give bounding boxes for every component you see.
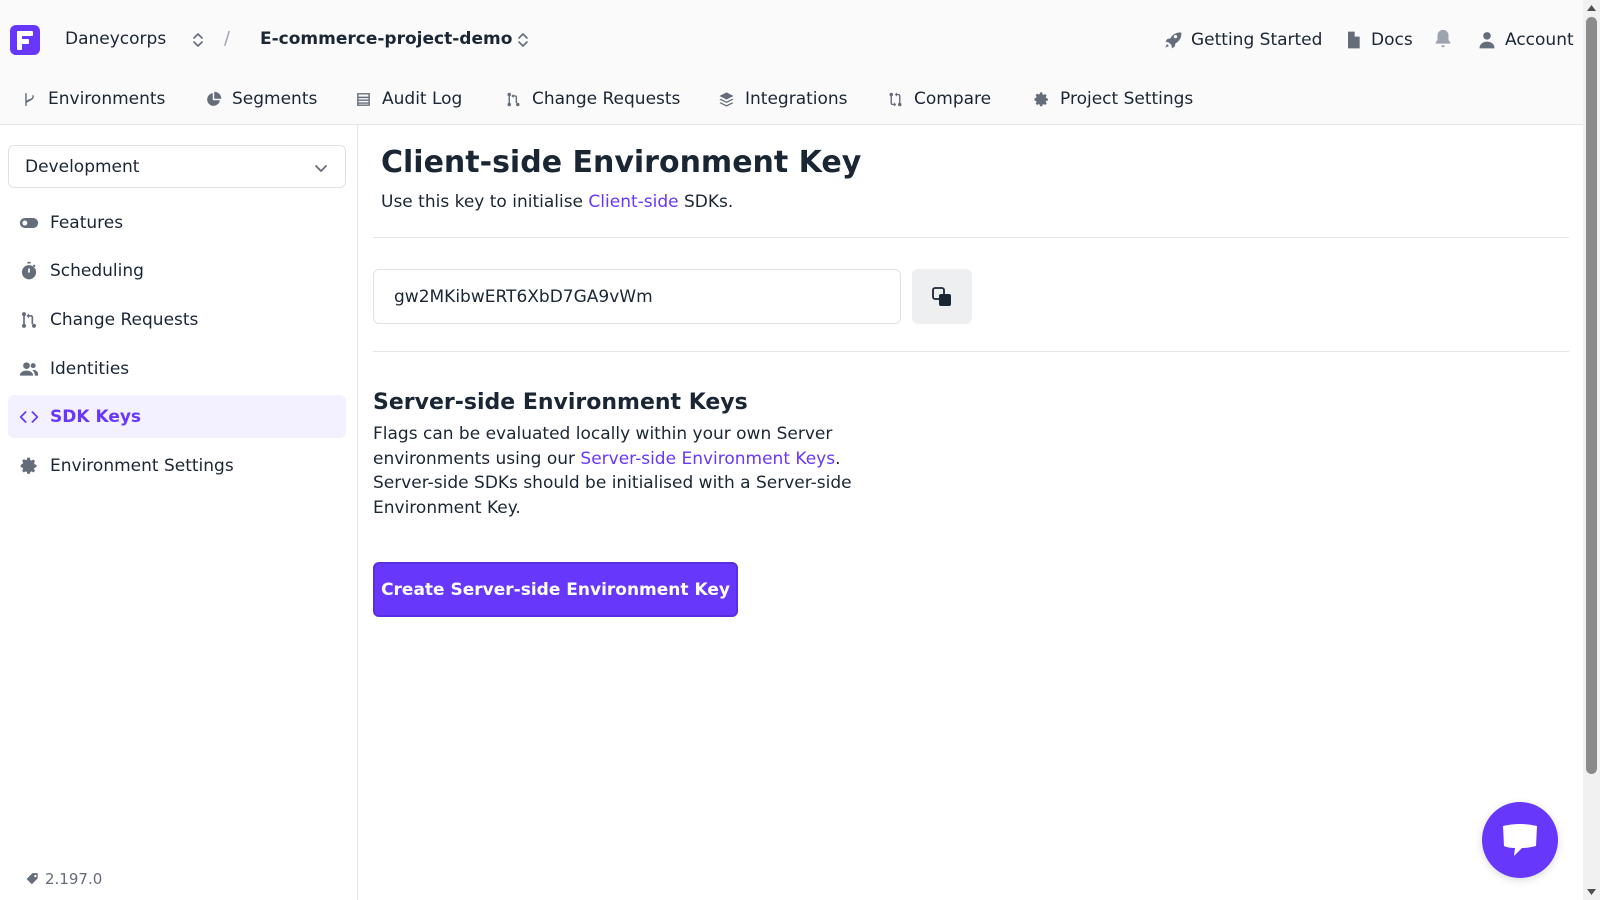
tag-icon (26, 873, 38, 885)
layers-icon (719, 91, 734, 107)
docs-label: Docs (1371, 30, 1413, 50)
code-icon (19, 410, 39, 423)
compare-icon (889, 91, 902, 107)
git-pull-icon (507, 92, 520, 106)
document-icon (1348, 31, 1360, 49)
top-bar: Daneycorps / E-commerce-project-demo Get… (0, 0, 1583, 80)
client-key-value[interactable]: gw2MKibwERT6XbD7GA9vWm (394, 287, 653, 307)
tab-compare-label: Compare (914, 89, 992, 109)
sidebar: Development Features Scheduling Change R… (0, 125, 358, 900)
user-icon (1479, 32, 1495, 49)
chat-bubble-icon (1503, 824, 1537, 856)
people-icon (19, 361, 39, 376)
tab-segments[interactable]: Segments (205, 86, 317, 112)
tab-compare[interactable]: Compare (887, 86, 991, 112)
scroll-down-icon[interactable] (1586, 887, 1597, 897)
project-name[interactable]: E-commerce-project-demo (260, 29, 512, 49)
sidebar-item-label: Identities (50, 358, 130, 379)
gear-icon (20, 457, 37, 474)
divider (373, 351, 1569, 352)
divider (373, 237, 1569, 238)
copy-icon (932, 287, 951, 306)
org-name[interactable]: Daneycorps (65, 29, 166, 49)
tab-segments-label: Segments (232, 89, 318, 109)
tab-environments[interactable]: Environments (21, 86, 165, 112)
pie-chart-icon (207, 91, 222, 106)
flagsmith-logo-icon[interactable] (10, 25, 40, 55)
docs-link[interactable]: Docs (1343, 27, 1413, 53)
list-icon (357, 92, 370, 106)
sidebar-item-label: Features (50, 212, 124, 233)
breadcrumb-separator: / (224, 28, 231, 49)
sidebar-item-features[interactable]: Features (8, 201, 346, 244)
scroll-up-icon[interactable] (1586, 3, 1597, 13)
sidebar-item-label: SDK Keys (50, 406, 142, 427)
tab-change-requests-label: Change Requests (532, 89, 681, 109)
git-pull-icon (21, 311, 37, 328)
app-version-label: 2.197.0 (45, 870, 103, 888)
server-keys-note: Server-side SDKs should be initialised w… (373, 473, 852, 518)
notifications-bell-icon[interactable] (1432, 28, 1454, 50)
app-version: 2.197.0 (26, 870, 102, 888)
tab-integrations-label: Integrations (745, 89, 848, 109)
toggle-icon (19, 217, 39, 228)
sidebar-item-change-requests[interactable]: Change Requests (8, 298, 346, 341)
environment-select[interactable]: Development (8, 145, 346, 188)
project-nav: Environments Segments Audit Log Change R… (0, 80, 1583, 125)
sidebar-item-scheduling[interactable]: Scheduling (8, 249, 346, 292)
environment-select-value: Development (25, 157, 140, 177)
tab-audit-log-label: Audit Log (382, 89, 463, 109)
tab-project-settings-label: Project Settings (1060, 89, 1194, 109)
page-title: Client-side Environment Key (381, 145, 862, 180)
tab-change-requests[interactable]: Change Requests (505, 86, 680, 112)
server-side-keys-link[interactable]: Server-side Environment Keys (580, 449, 835, 469)
project-selector-chevron-icon[interactable] (515, 30, 531, 50)
gear-icon (1034, 91, 1048, 106)
getting-started-link[interactable]: Getting Started (1163, 27, 1322, 53)
client-side-docs-link[interactable]: Client-side (588, 192, 678, 212)
sidebar-item-label: Change Requests (50, 309, 199, 330)
page-subtitle: Use this key to initialise Client-side S… (381, 192, 733, 212)
stopwatch-icon (21, 261, 37, 279)
rocket-icon (1165, 32, 1182, 49)
scrollbar-thumb[interactable] (1586, 17, 1597, 774)
account-menu[interactable]: Account (1477, 27, 1574, 53)
client-key-field[interactable]: gw2MKibwERT6XbD7GA9vWm (373, 269, 901, 324)
tab-environments-label: Environments (48, 89, 166, 109)
chat-launcher-button[interactable] (1482, 802, 1558, 878)
sidebar-item-identities[interactable]: Identities (8, 347, 346, 390)
tab-audit-log[interactable]: Audit Log (355, 86, 462, 112)
create-server-key-button[interactable]: Create Server-side Environment Key (373, 562, 738, 617)
server-keys-title: Server-side Environment Keys (373, 390, 748, 415)
getting-started-label: Getting Started (1191, 30, 1323, 50)
chevron-down-icon (315, 165, 327, 172)
page-scrollbar[interactable] (1583, 0, 1600, 900)
git-branch-icon (25, 92, 34, 106)
server-keys-description: Flags can be evaluated locally within yo… (373, 422, 953, 472)
copy-key-button[interactable] (912, 269, 972, 324)
sidebar-item-label: Scheduling (50, 260, 144, 281)
sidebar-item-environment-settings[interactable]: Environment Settings (8, 444, 346, 487)
subtitle-prefix: Use this key to initialise (381, 192, 589, 212)
org-selector-chevron-icon[interactable] (190, 30, 206, 50)
sidebar-item-label: Environment Settings (50, 455, 234, 476)
tab-project-settings[interactable]: Project Settings (1033, 86, 1193, 112)
server-desc-suffix: . (835, 449, 841, 469)
subtitle-suffix: SDKs. (678, 192, 734, 212)
sidebar-item-sdk-keys[interactable]: SDK Keys (8, 395, 346, 438)
account-label: Account (1505, 30, 1574, 50)
main-content: Client-side Environment Key Use this key… (359, 125, 1583, 900)
tab-integrations[interactable]: Integrations (718, 86, 848, 112)
